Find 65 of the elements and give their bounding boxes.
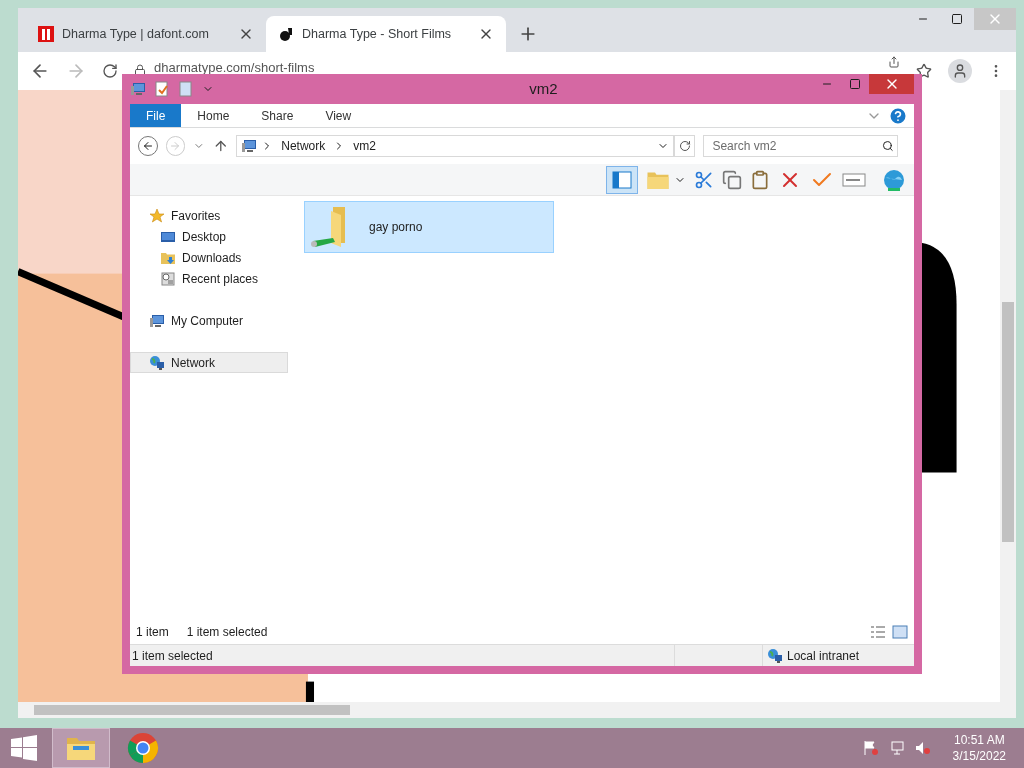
refresh-button[interactable] [673, 135, 696, 157]
recent-places-icon [160, 270, 176, 287]
url-text[interactable]: dharmatype.com/short-films [154, 58, 315, 78]
network-error-icon[interactable] [888, 740, 905, 756]
details-view-icon[interactable] [870, 624, 886, 640]
ribbon-tab[interactable]: View [309, 104, 368, 127]
windows-logo-icon [11, 735, 37, 761]
maximize-icon [849, 78, 861, 90]
ribbon-tab[interactable]: Share [245, 104, 310, 127]
search-icon[interactable] [882, 140, 894, 152]
share-icon[interactable] [888, 56, 900, 68]
network-icon [149, 354, 165, 371]
speaker-muted-icon[interactable] [914, 740, 931, 756]
taskbar-app[interactable] [52, 728, 110, 768]
nav-item[interactable]: Recent places [141, 268, 288, 289]
site-logo-icon [278, 26, 294, 42]
computer-icon [149, 312, 165, 329]
rename-icon[interactable] [842, 171, 866, 188]
nav-item[interactable]: Downloads [141, 247, 288, 268]
preview-pane-button[interactable] [606, 165, 638, 194]
search-field[interactable]: Search vm2 [703, 135, 899, 157]
forward-arrow-icon [169, 140, 182, 152]
item-count: 1 item [136, 624, 169, 641]
nav-item[interactable]: Network [130, 352, 288, 373]
nav-item[interactable]: Favorites [130, 205, 288, 226]
site-logo-icon [38, 26, 54, 42]
cut-icon[interactable] [694, 169, 714, 190]
breadcrumb[interactable]: vm2 [349, 137, 380, 155]
nav-item[interactable]: My Computer [130, 310, 288, 331]
refresh-icon [678, 140, 691, 152]
horizontal-scrollbar[interactable] [18, 702, 1000, 718]
back-arrow-icon [141, 140, 154, 152]
security-zone: Local intranet [787, 647, 860, 665]
help-icon[interactable] [888, 105, 908, 126]
properties-icon[interactable] [154, 81, 170, 97]
clock-date[interactable]: 3/15/2022 [952, 748, 1006, 764]
copy-icon[interactable] [722, 169, 742, 190]
address-bar[interactable]: Network vm2 [236, 135, 674, 157]
computer-icon [130, 81, 146, 97]
profile-avatar[interactable] [948, 59, 972, 83]
browser-tab[interactable]: Dharma Type | dafont.com [26, 16, 266, 52]
browser-tab[interactable]: Dharma Type - Short Films [266, 16, 506, 52]
nav-item[interactable]: Desktop [141, 226, 288, 247]
network-icon [767, 647, 783, 664]
window-title: vm2 [529, 78, 558, 99]
clock-time[interactable]: 10:51 AM [953, 732, 1005, 748]
new-folder-icon[interactable] [178, 81, 194, 97]
maximize-icon [951, 13, 963, 25]
ribbon-tab[interactable]: File [130, 104, 182, 127]
bookmark-star-icon[interactable] [916, 63, 932, 79]
computer-icon [241, 138, 258, 154]
large-icons-view-icon[interactable] [892, 624, 908, 640]
flag-error-icon[interactable] [862, 740, 879, 756]
chrome-icon [127, 732, 159, 764]
selection-count: 1 item selected [186, 624, 268, 641]
status-text: 1 item selected [131, 647, 214, 665]
folder-item[interactable]: gay porno [304, 201, 554, 253]
lock-icon [134, 64, 146, 76]
vertical-scrollbar[interactable] [1000, 90, 1016, 718]
globe-icon[interactable] [882, 167, 906, 192]
reload-icon[interactable] [102, 63, 118, 79]
ribbon-tab[interactable]: Home [181, 104, 246, 127]
breadcrumb[interactable]: Network [277, 137, 330, 155]
paste-icon[interactable] [750, 169, 770, 190]
star-icon [149, 207, 165, 224]
